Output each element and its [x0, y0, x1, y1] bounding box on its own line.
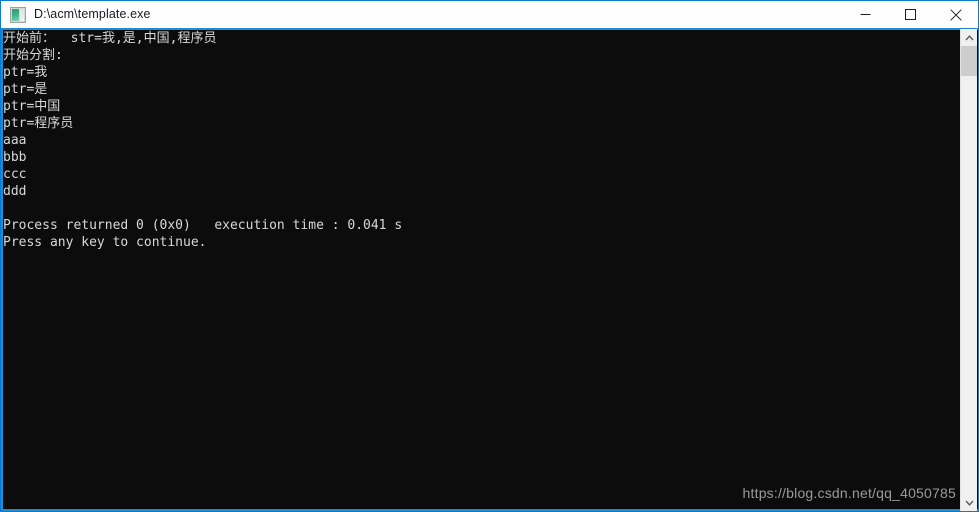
- watermark-text: https://blog.csdn.net/qq_4050785: [742, 485, 956, 501]
- console-line: ptr=中国: [3, 99, 61, 114]
- minimize-icon: [860, 14, 871, 15]
- minimize-button[interactable]: [843, 1, 888, 28]
- scroll-down-button[interactable]: [961, 494, 977, 511]
- close-button[interactable]: [933, 1, 978, 28]
- console-line: Process returned 0 (0x0) execution time …: [3, 218, 403, 233]
- scrollbar-thumb[interactable]: [961, 46, 977, 76]
- app-icon-glyph-left: [12, 8, 19, 21]
- console-line: 开始前： str=我,是,中国,程序员: [3, 31, 217, 46]
- console-output-area[interactable]: 开始前： str=我,是,中国,程序员 开始分割: ptr=我 ptr=是 ptr=中国…: [1, 28, 978, 511]
- console-line: ccc: [3, 167, 27, 182]
- chevron-up-icon: [964, 34, 974, 40]
- console-app-icon: [10, 6, 26, 23]
- maximize-icon: [905, 9, 916, 20]
- vertical-scrollbar[interactable]: [960, 29, 977, 511]
- console-line: ptr=我: [3, 65, 48, 80]
- window-title: D:\acm\template.exe: [34, 7, 151, 21]
- console-text-buffer: 开始前： str=我,是,中国,程序员 开始分割: ptr=我 ptr=是 ptr=中国…: [3, 30, 943, 251]
- chevron-down-icon: [964, 500, 974, 506]
- console-line: aaa: [3, 133, 27, 148]
- console-line: ptr=程序员: [3, 116, 74, 131]
- title-bar[interactable]: D:\acm\template.exe: [1, 1, 978, 28]
- app-icon-glyph-right: [20, 8, 24, 21]
- scroll-up-button[interactable]: [961, 29, 977, 46]
- console-line: Press any key to continue.: [3, 235, 207, 250]
- console-window: D:\acm\template.exe 开始前： str=我,是,中国,程序员 …: [0, 0, 979, 512]
- maximize-button[interactable]: [888, 1, 933, 28]
- console-line: ptr=是: [3, 82, 48, 97]
- console-line: ddd: [3, 184, 27, 199]
- close-icon: [949, 8, 962, 21]
- console-line: 开始分割:: [3, 48, 63, 63]
- console-line: bbb: [3, 150, 27, 165]
- window-controls: [843, 1, 978, 28]
